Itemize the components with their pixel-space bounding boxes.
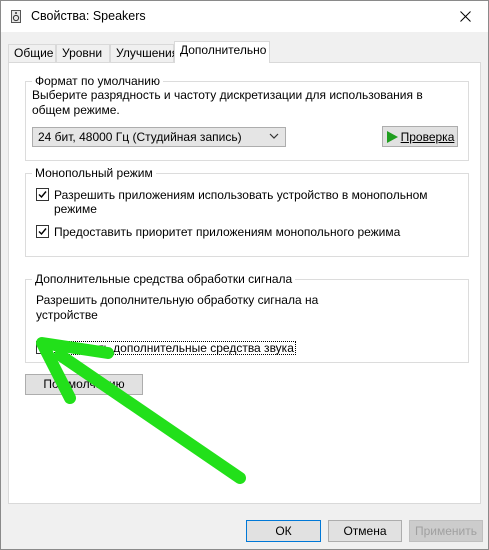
tab-strip: Общие Уровни Улучшения Дополнительно — [8, 41, 478, 63]
format-select[interactable]: 24 бит, 48000 Гц (Студийная запись) — [32, 127, 286, 147]
title-bar[interactable]: Свойства: Speakers — [1, 1, 488, 32]
play-icon — [386, 130, 398, 143]
exclusive-mode-legend: Монопольный режим — [32, 166, 156, 180]
apply-button[interactable]: Применить — [409, 520, 483, 542]
tab-general[interactable]: Общие — [8, 44, 56, 62]
close-icon — [459, 11, 471, 22]
speaker-icon — [11, 10, 21, 23]
format-select-value: 24 бит, 48000 Гц (Студийная запись) — [38, 130, 242, 144]
signal-enhancements-description: Разрешить дополнительную обработку сигна… — [36, 293, 319, 322]
enable-enhancements-label: Включить дополнительные средства звука — [54, 341, 296, 355]
allow-exclusive-checkbox[interactable] — [36, 188, 49, 201]
window-title: Свойства: Speakers — [31, 9, 146, 23]
priority-exclusive-checkbox[interactable] — [36, 225, 49, 238]
chevron-down-icon — [269, 133, 279, 139]
properties-window: Свойства: Speakers Общие Уровни Улучшени… — [0, 0, 489, 550]
tab-levels[interactable]: Уровни — [56, 44, 110, 62]
cancel-button[interactable]: Отмена — [328, 520, 402, 542]
checkmark-icon — [38, 228, 47, 236]
test-button-label: Проверка — [400, 129, 455, 144]
enable-enhancements-row[interactable]: Включить дополнительные средства звука — [36, 341, 336, 355]
close-button[interactable] — [442, 1, 488, 32]
tab-enhancements[interactable]: Улучшения — [110, 44, 178, 62]
checkmark-icon — [38, 191, 47, 199]
default-format-legend: Формат по умолчанию — [32, 74, 163, 88]
default-format-description: Выберите разрядность и частоту дискретиз… — [32, 88, 423, 117]
priority-exclusive-label: Предоставить приоритет приложениям моноп… — [54, 225, 401, 239]
ok-button[interactable]: ОК — [246, 520, 321, 542]
restore-defaults-button[interactable]: По умолчанию — [25, 374, 143, 395]
test-button[interactable]: Проверка — [382, 126, 458, 147]
signal-enhancements-legend: Дополнительные средства обработки сигнал… — [32, 272, 296, 286]
priority-exclusive-row[interactable]: Предоставить приоритет приложениям моноп… — [36, 225, 456, 239]
enable-enhancements-checkbox[interactable] — [36, 341, 49, 354]
allow-exclusive-row[interactable]: Разрешить приложениям использовать устро… — [36, 188, 456, 216]
allow-exclusive-label: Разрешить приложениям использовать устро… — [54, 188, 428, 216]
tab-advanced[interactable]: Дополнительно — [174, 41, 270, 63]
